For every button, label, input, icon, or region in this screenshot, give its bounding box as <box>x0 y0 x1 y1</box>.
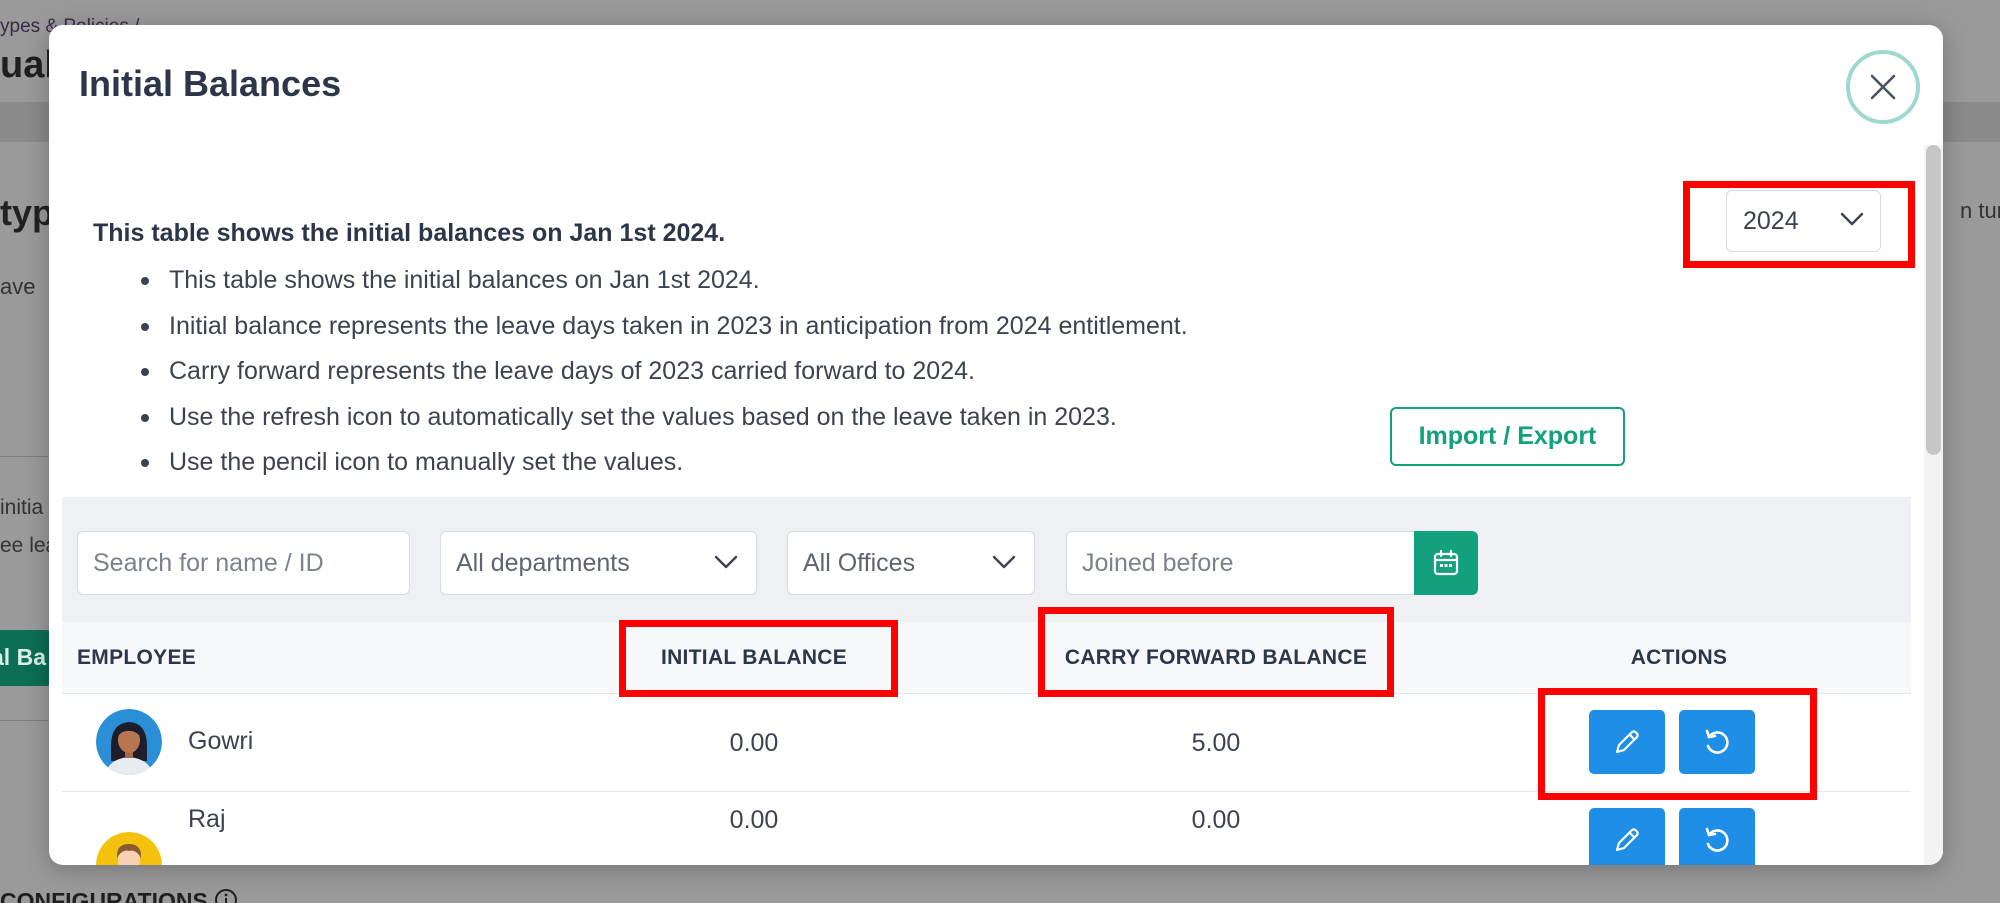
refresh-button[interactable] <box>1679 808 1755 865</box>
employee-name: Gowri <box>188 727 254 755</box>
column-header-employee: EMPLOYEE <box>77 646 197 669</box>
info-heading: This table shows the initial balances on… <box>93 219 726 247</box>
info-icon <box>215 889 238 903</box>
column-header-carry-forward-balance: CARRY FORWARD BALANCE <box>1064 646 1368 669</box>
calendar-icon <box>1433 549 1459 576</box>
column-header-actions: ACTIONS <box>1630 646 1728 669</box>
background-page-title: ual <box>0 44 55 86</box>
office-select[interactable]: All Offices <box>787 531 1035 595</box>
department-select-value: All departments <box>456 548 630 577</box>
chevron-down-icon <box>1840 212 1864 226</box>
info-bullet: Carry forward represents the leave days … <box>115 350 1188 396</box>
column-header-initial-balance: INITIAL BALANCE <box>660 646 848 669</box>
table-header: EMPLOYEE INITIAL BALANCE CARRY FORWARD B… <box>62 622 1911 694</box>
initial-balance-value: 0.00 <box>729 729 779 757</box>
close-button[interactable] <box>1846 50 1920 124</box>
table-row: Raj 0.00 0.00 <box>62 792 1911 865</box>
background-initial-balance-button: al Ba <box>0 630 52 686</box>
modal-title: Initial Balances <box>79 63 342 104</box>
info-bullet-list: This table shows the initial balances on… <box>115 259 1188 487</box>
avatar <box>96 832 162 865</box>
year-select-value: 2024 <box>1743 206 1799 235</box>
employee-avatar-icon <box>96 709 162 775</box>
office-select-value: All Offices <box>803 548 916 577</box>
background-configurations-heading: CONFIGURATIONS <box>0 888 238 903</box>
background-initial-text: initia <box>0 496 44 519</box>
import-export-button[interactable]: Import / Export <box>1390 407 1625 466</box>
chevron-down-icon <box>714 555 738 569</box>
date-picker-button[interactable] <box>1414 531 1478 595</box>
close-icon <box>1870 74 1896 100</box>
background-button-label: al Ba <box>0 644 46 670</box>
info-bullet: Use the pencil icon to manually set the … <box>115 441 1188 487</box>
modal-scrollbar[interactable] <box>1924 145 1943 865</box>
info-bullet: This table shows the initial balances on… <box>115 259 1188 305</box>
carry-forward-balance-value: 5.00 <box>1191 729 1241 757</box>
filter-bar: Search for name / ID All departments All… <box>62 497 1911 622</box>
refresh-icon <box>1705 729 1729 754</box>
carry-forward-balance-value: 0.00 <box>1191 806 1241 834</box>
info-bullet: Initial balance represents the leave day… <box>115 305 1188 351</box>
info-bullet: Use the refresh icon to automatically se… <box>115 396 1188 442</box>
search-placeholder: Search for name / ID <box>93 548 324 577</box>
background-divider <box>0 456 48 457</box>
refresh-button[interactable] <box>1679 710 1755 774</box>
edit-button[interactable] <box>1589 710 1665 774</box>
joined-before-placeholder: Joined before <box>1082 548 1234 577</box>
scrollbar-thumb[interactable] <box>1926 145 1941 455</box>
table-row: Gowri 0.00 5.00 <box>62 694 1911 792</box>
background-configurations-label: CONFIGURATIONS <box>0 888 208 903</box>
background-section-heading: typ <box>0 192 54 233</box>
avatar <box>96 709 162 775</box>
search-input[interactable]: Search for name / ID <box>77 531 410 595</box>
department-select[interactable]: All departments <box>440 531 757 595</box>
background-divider <box>0 720 48 721</box>
year-select[interactable]: 2024 <box>1726 190 1881 252</box>
pencil-icon <box>1615 828 1639 852</box>
background-right-text: n turn <box>1960 198 2000 223</box>
initial-balances-modal: Initial Balances This table shows the in… <box>49 25 1943 865</box>
joined-before-input[interactable]: Joined before <box>1066 531 1416 595</box>
edit-button[interactable] <box>1589 808 1665 865</box>
pencil-icon <box>1615 730 1639 754</box>
refresh-icon <box>1705 827 1729 852</box>
background-subtext: ave <box>0 274 36 299</box>
employee-name: Raj <box>188 805 226 833</box>
initial-balance-value: 0.00 <box>729 806 779 834</box>
employee-avatar-icon <box>96 832 162 865</box>
chevron-down-icon <box>992 555 1016 569</box>
